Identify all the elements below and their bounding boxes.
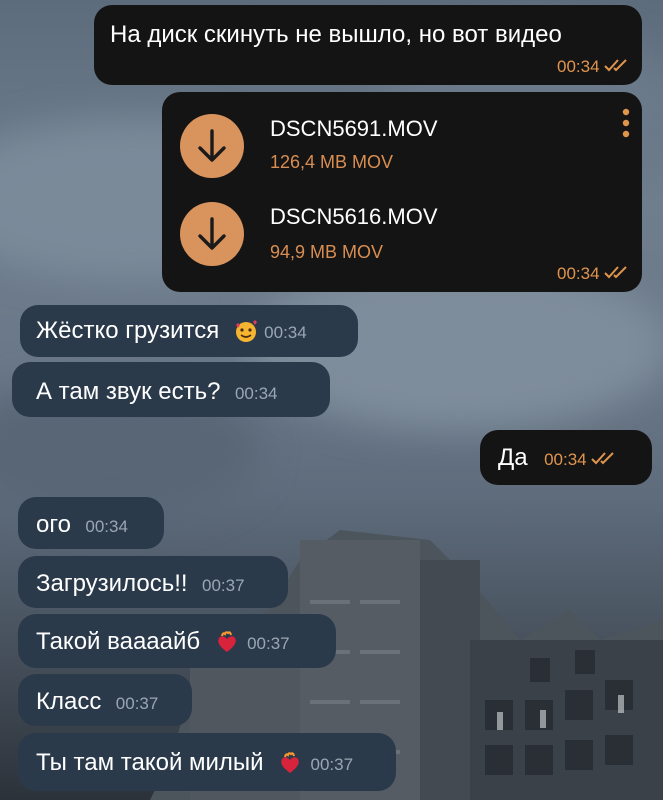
file-attachment[interactable]: DSCN5691.MOV 126,4 MB MOV xyxy=(162,92,602,187)
more-options-icon[interactable] xyxy=(622,108,630,143)
read-double-check-icon xyxy=(604,265,630,284)
message-text: ого xyxy=(36,511,71,538)
incoming-message[interactable]: Загрузилось!! 00:37 xyxy=(18,556,288,608)
message-text: На диск скинуть не вышло, но вот видео xyxy=(110,21,562,48)
download-icon[interactable] xyxy=(180,202,244,266)
message-time: 00:37 xyxy=(247,634,290,653)
message-text: Ты там такой милый xyxy=(36,749,264,776)
incoming-message[interactable]: Ты там такой милый 00:37 xyxy=(18,733,396,791)
incoming-message[interactable]: ого 00:34 xyxy=(18,497,164,549)
message-time: 00:34 xyxy=(544,450,587,469)
message-text: Такой ваааайб xyxy=(36,628,201,655)
outgoing-message[interactable]: Да 00:34 xyxy=(480,430,652,485)
file-attachment[interactable]: DSCN5616.MOV 94,9 MB MOV xyxy=(162,188,602,283)
message-time: 00:37 xyxy=(115,694,159,713)
file-name: DSCN5616.MOV xyxy=(270,204,438,229)
message-time: 00:34 xyxy=(85,517,128,536)
incoming-message[interactable]: Такой ваааайб 00:37 xyxy=(18,614,336,668)
message-time: 00:34 xyxy=(557,264,600,283)
incoming-message[interactable]: Жёстко грузится 00:34 xyxy=(20,305,358,357)
file-name: DSCN5691.MOV xyxy=(270,116,438,141)
message-time: 00:34 xyxy=(557,57,600,76)
read-double-check-icon xyxy=(604,58,630,77)
message-text: Да xyxy=(498,444,528,471)
message-text: Класс xyxy=(36,688,102,715)
heart-on-fire-icon xyxy=(278,751,302,780)
incoming-message[interactable]: А там звук есть? 00:34 xyxy=(12,362,330,417)
heart-on-fire-icon xyxy=(215,630,239,659)
message-text: А там звук есть? xyxy=(36,378,221,405)
message-time: 00:37 xyxy=(310,755,354,774)
read-double-check-icon xyxy=(591,451,617,470)
message-time: 00:34 xyxy=(264,323,307,342)
smiling-face-with-hearts-icon xyxy=(234,319,258,348)
file-size: 126,4 MB MOV xyxy=(270,152,394,172)
outgoing-message[interactable]: На диск скинуть не вышло, но вот видео 0… xyxy=(94,5,642,85)
message-time: 00:34 xyxy=(234,384,278,403)
message-time: 00:37 xyxy=(202,576,245,595)
incoming-message[interactable]: Класс 00:37 xyxy=(18,674,192,726)
message-text: Загрузилось!! xyxy=(36,570,188,597)
download-icon[interactable] xyxy=(180,114,244,178)
file-size: 94,9 MB MOV xyxy=(270,242,384,262)
message-text: Жёстко грузится xyxy=(36,317,220,344)
outgoing-files-message[interactable]: DSCN5691.MOV 126,4 MB MOV DSCN5616.MOV 9… xyxy=(162,92,642,292)
